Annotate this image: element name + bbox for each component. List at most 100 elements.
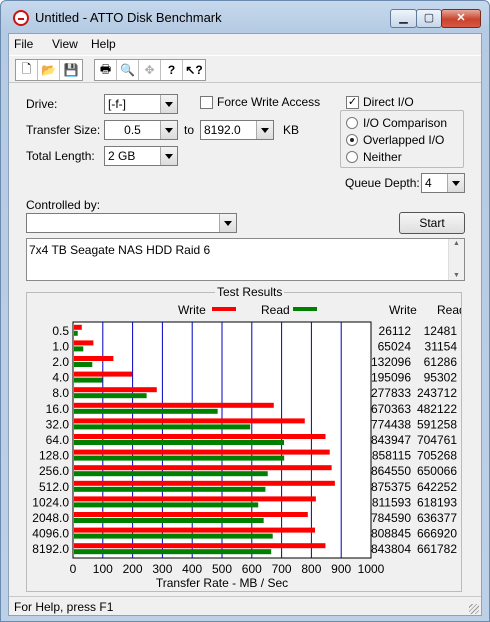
read-value: 31154 (425, 339, 458, 353)
y-tick-label: 512.0 (39, 480, 69, 494)
x-tick-label: 900 (331, 562, 351, 576)
read-value: 591258 (417, 417, 457, 431)
x-tick-label: 300 (152, 562, 172, 576)
overlapped-io-label: Overlapped I/O (363, 133, 445, 147)
x-tick-label: 500 (212, 562, 232, 576)
y-tick-label: 1024.0 (32, 495, 69, 509)
open-folder-icon[interactable]: 📂 (38, 60, 60, 80)
write-value: 65024 (378, 339, 412, 353)
read-bar (74, 330, 78, 336)
read-value: 704761 (417, 433, 457, 447)
io-comparison-radio[interactable] (346, 117, 358, 129)
read-value: 666920 (417, 527, 457, 541)
write-value: 808845 (371, 527, 411, 541)
to-label: to (184, 123, 195, 137)
minimize-button[interactable]: ▁ (390, 9, 417, 28)
write-bar (74, 324, 82, 330)
print-icon[interactable]: 🖶 (95, 60, 117, 80)
overlapped-io-radio[interactable] (346, 134, 358, 146)
write-value: 277833 (371, 386, 411, 400)
y-tick-label: 64.0 (46, 433, 70, 447)
resize-grip-icon[interactable] (469, 604, 479, 614)
neither-radio[interactable] (346, 151, 358, 163)
read-bar (74, 346, 84, 352)
transfer-size-from-select[interactable]: 0.5 (104, 120, 178, 140)
app-window: Untitled - ATTO Disk Benchmark ▁ ▢ ✕ Fil… (0, 0, 490, 622)
y-tick-label: 128.0 (39, 449, 69, 463)
x-tick-label: 0 (70, 562, 77, 576)
write-column-header: Write (389, 303, 417, 317)
read-value: 650066 (417, 464, 457, 478)
menu-view[interactable]: View (52, 37, 78, 51)
test-results-group: Test Results Write Read Write Read 01002… (26, 285, 462, 592)
help-icon[interactable]: ? (161, 60, 183, 80)
controlled-by-select[interactable] (26, 213, 237, 233)
total-length-select[interactable]: 2 GB (104, 146, 178, 166)
direct-io-checkbox[interactable]: ✓ (346, 96, 359, 109)
maximize-button[interactable]: ▢ (416, 9, 442, 28)
kb-label: KB (283, 123, 300, 137)
read-value: 661782 (417, 542, 457, 556)
total-length-label: Total Length: (26, 149, 95, 163)
chevron-down-icon (447, 174, 464, 192)
write-bar (74, 371, 133, 377)
print-preview-icon[interactable]: 🔍 (117, 60, 139, 80)
read-value: 705268 (417, 449, 457, 463)
y-tick-label: 4.0 (52, 371, 69, 385)
menu-help[interactable]: Help (91, 37, 116, 51)
context-help-icon[interactable]: ↖? (183, 60, 205, 80)
move-icon[interactable]: ✥ (139, 60, 161, 80)
total-length-value: 2 GB (108, 149, 136, 163)
write-bar (74, 418, 305, 424)
force-write-label: Force Write Access (217, 95, 321, 109)
write-value: 670363 (371, 402, 411, 416)
chevron-down-icon (160, 121, 177, 139)
read-bar (74, 502, 259, 508)
read-bar (74, 424, 251, 430)
y-tick-label: 2048.0 (32, 511, 69, 525)
write-bar (74, 543, 326, 549)
read-bar (74, 455, 285, 461)
y-tick-label: 0.5 (52, 324, 69, 338)
save-icon[interactable]: 💾 (60, 60, 82, 80)
read-value: 12481 (424, 324, 458, 338)
y-tick-label: 2.0 (52, 355, 69, 369)
queue-depth-select[interactable]: 4 (421, 173, 465, 193)
new-file-icon[interactable]: 🗋 (16, 60, 38, 80)
toolbar-file-group: 🗋 📂 💾 (15, 59, 83, 81)
controlled-by-label: Controlled by: (26, 198, 101, 212)
y-tick-label: 1.0 (52, 339, 69, 353)
chevron-down-icon (219, 214, 236, 232)
write-bar (74, 340, 94, 346)
read-bar (74, 377, 103, 383)
menu-file[interactable]: File (14, 37, 33, 51)
write-value: 784590 (371, 511, 411, 525)
transfer-from-value: 0.5 (124, 123, 141, 137)
close-button[interactable]: ✕ (441, 9, 481, 28)
force-write-checkbox[interactable] (200, 96, 213, 109)
y-tick-label: 16.0 (46, 402, 70, 416)
window-title: Untitled - ATTO Disk Benchmark (35, 10, 222, 25)
x-tick-label: 200 (123, 562, 143, 576)
read-bar (74, 549, 272, 555)
queue-depth-value: 4 (425, 176, 432, 190)
write-value: 843804 (371, 542, 411, 556)
read-bar (74, 486, 266, 492)
description-scrollbar[interactable] (448, 239, 464, 280)
read-value: 642252 (417, 480, 457, 494)
write-value: 132096 (371, 355, 411, 369)
read-legend-swatch (293, 307, 317, 311)
read-bar (74, 471, 268, 477)
write-bar (74, 402, 274, 408)
transfer-size-to-select[interactable]: 8192.0 (200, 120, 274, 140)
drive-select[interactable]: [-f-] (104, 94, 178, 114)
start-button[interactable]: Start (399, 212, 465, 234)
toolbar: 🗋 📂 💾 🖶 🔍 ✥ ? ↖? (9, 55, 481, 83)
write-bar (74, 496, 316, 502)
write-value: 774438 (371, 417, 411, 431)
y-tick-label: 256.0 (39, 464, 69, 478)
client-area: File View Help 🗋 📂 💾 🖶 🔍 ✥ ? ↖? Drive: [… (8, 33, 482, 616)
y-tick-label: 4096.0 (32, 527, 69, 541)
write-value: 875375 (371, 480, 411, 494)
description-textarea[interactable]: 7x4 TB Seagate NAS HDD Raid 6 (26, 238, 465, 281)
